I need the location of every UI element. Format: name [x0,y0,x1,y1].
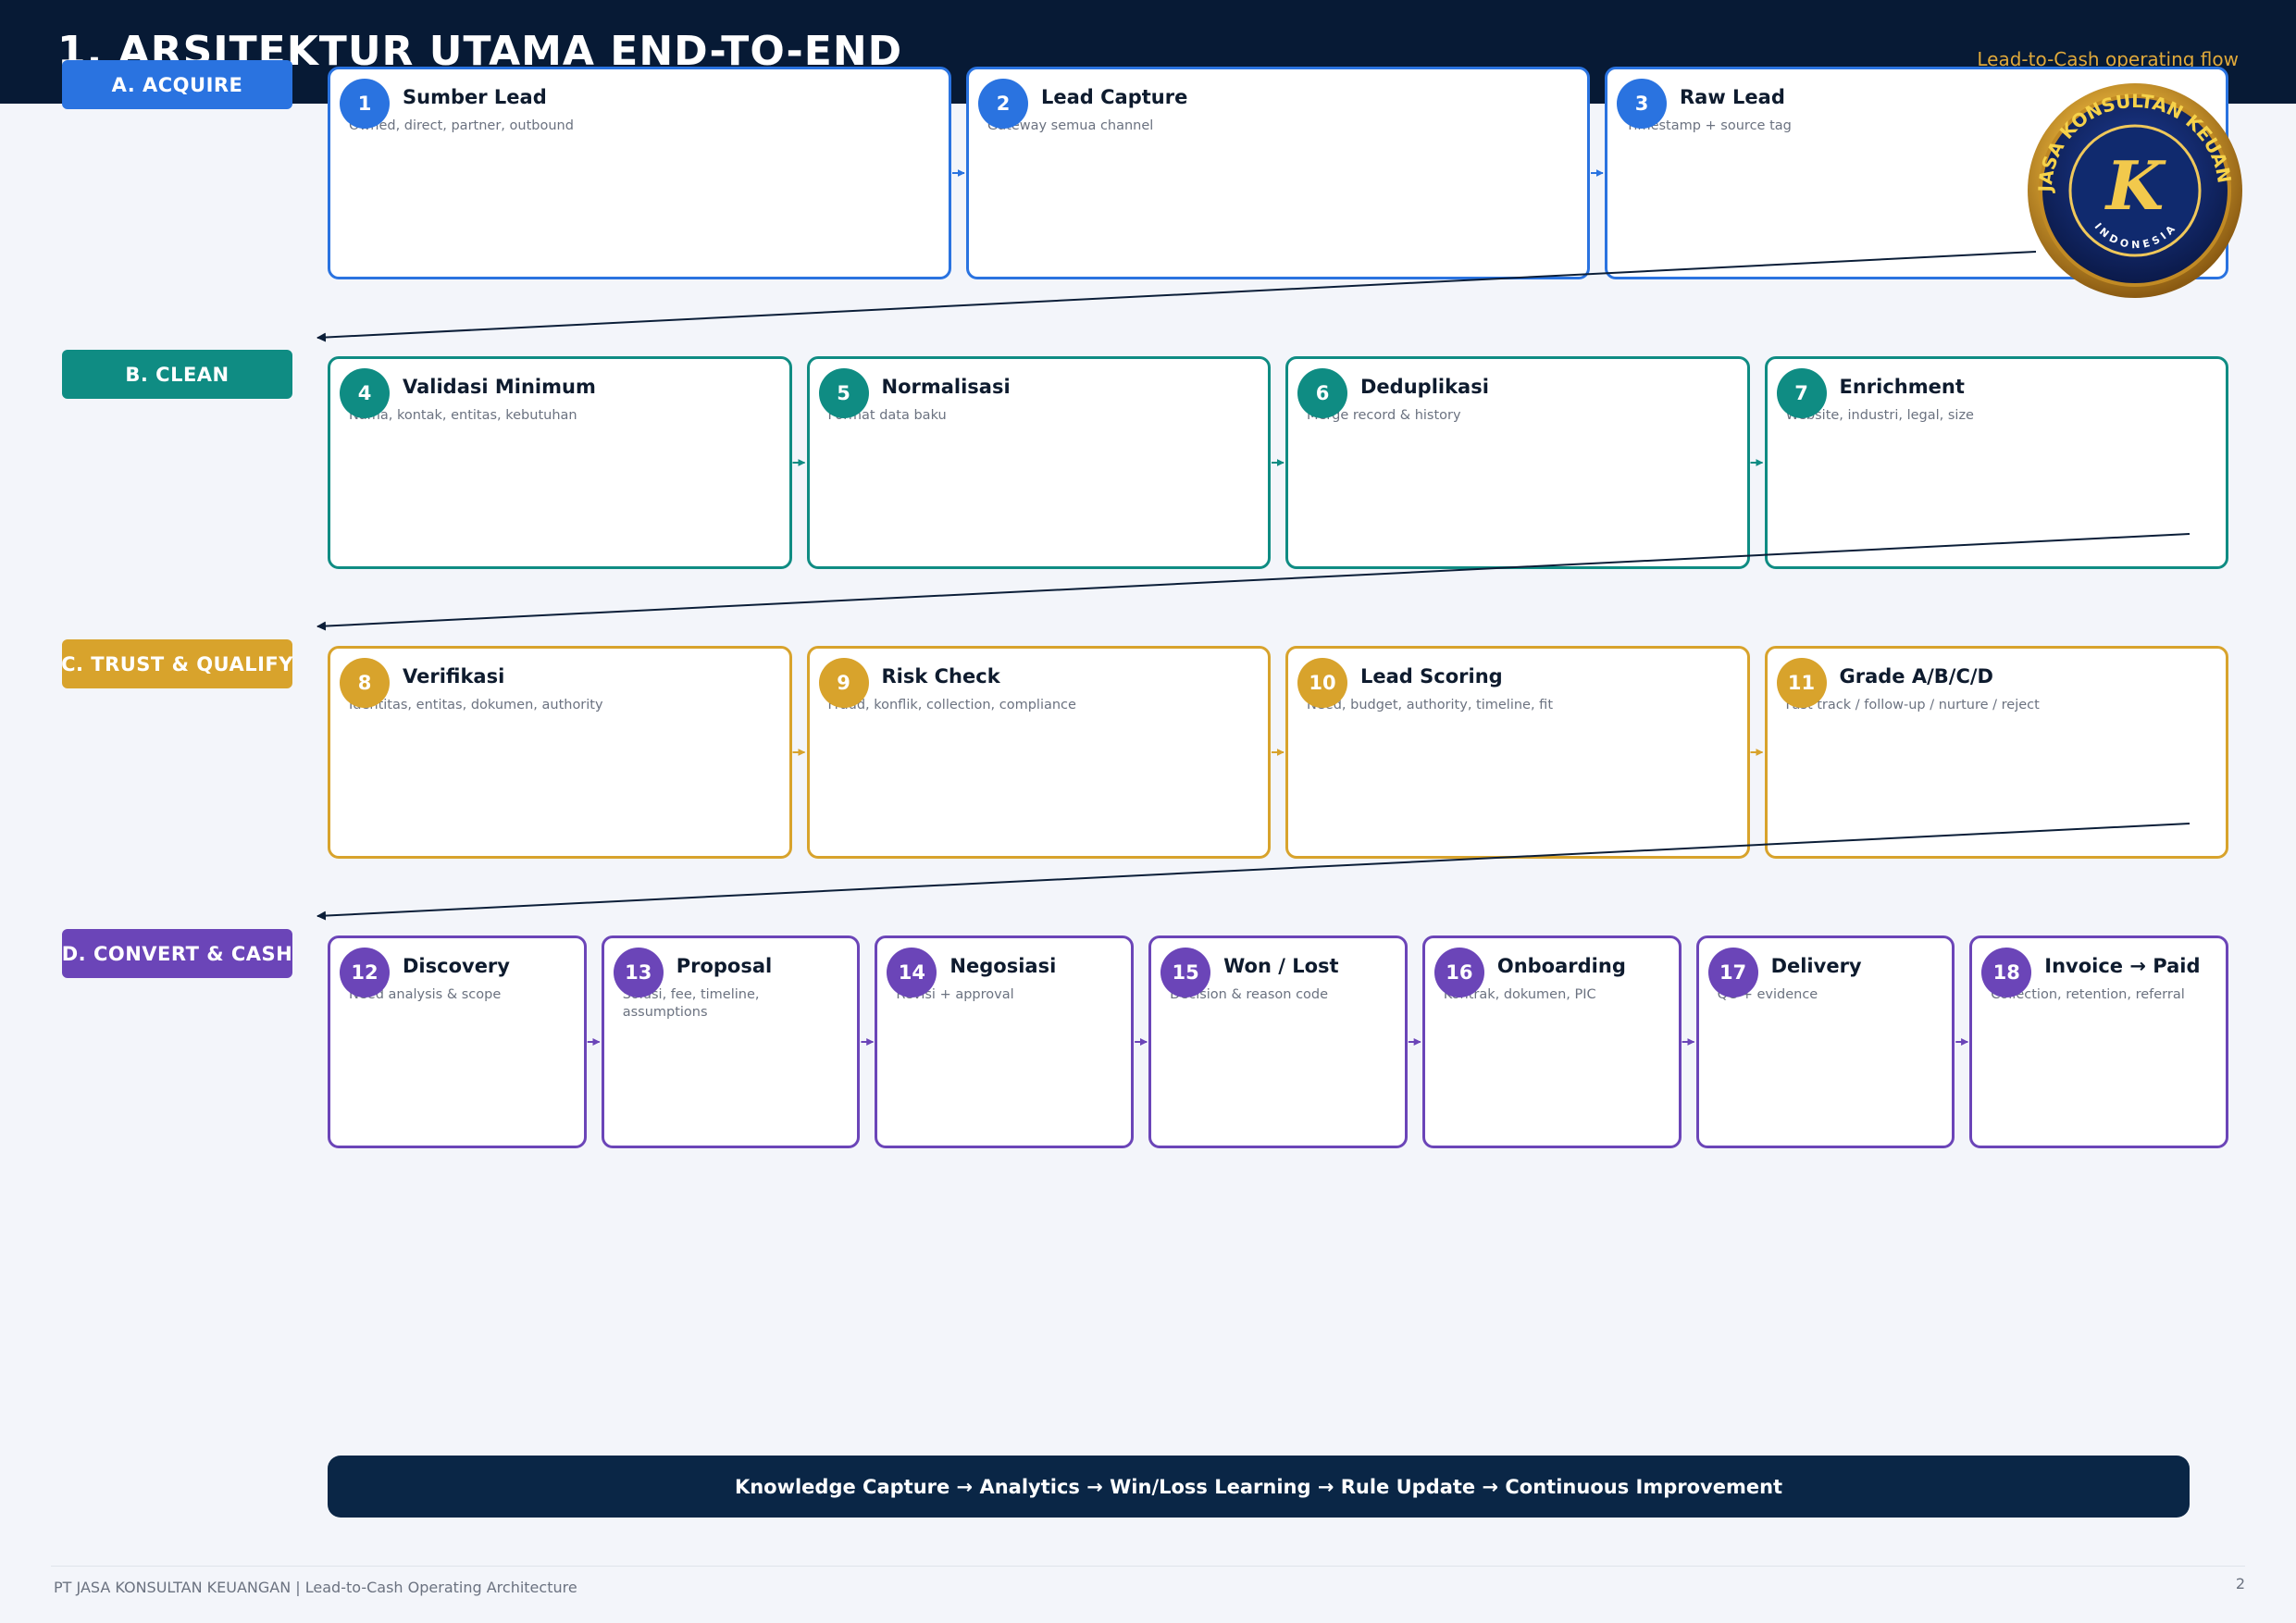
lane-label: D. CONVERT & CASH [62,929,292,978]
step-card: Solusi, fee, timeline, assumptions 13 Prop… [601,935,861,1148]
step-number-badge: 15 [1160,948,1211,997]
step-title: Invoice → Paid [2044,955,2201,977]
step-number-badge: 13 [613,948,664,997]
lane-label: C. TRUST & QUALIFY [61,639,292,688]
step-card: Format data baku 5 Normalisasi [806,356,1271,569]
step-title: Won / Lost [1223,955,1339,977]
step-card: Revisi + approval 14 Negosiasi [875,935,1135,1148]
step-number-badge: 9 [818,658,869,708]
step-card: Need, budget, authority, timeline, fit 10… [1285,646,1750,859]
step-number-badge: 6 [1297,368,1347,418]
step-title: Delivery [1770,955,1862,977]
step-card: Identitas, entitas, dokumen, authority 8 V… [328,646,792,859]
step-card: Fraud, konflik, collection, compliance 9 R… [806,646,1271,859]
step-title: Onboarding [1496,955,1626,977]
step-number-badge: 16 [1433,948,1484,997]
step-card: Merge record & history 6 Deduplikasi [1285,356,1750,569]
step-card: Decision & reason code 15 Won / Lost [1148,935,1408,1148]
step-number-badge: 12 [340,948,390,997]
step-title: Risk Check [881,665,1000,688]
step-number-badge: 11 [1776,658,1827,708]
step-card: Fast track / follow-up / nurture / rejec… [1764,646,2228,859]
step-card: Kontrak, dokumen, PIC 16 Onboarding [1421,935,1682,1148]
step-number-badge: 7 [1776,368,1827,418]
step-card: Gateway semua channel 2 Lead Capture [966,67,1590,279]
step-number-badge: 8 [340,658,390,708]
seal-monogram: K [2104,146,2166,225]
step-description: Fast track / follow-up / nurture / rejec… [1785,698,2040,712]
step-title: Sumber Lead [403,86,547,108]
step-title: Validasi Minimum [403,376,596,398]
step-number-badge: 1 [340,79,390,129]
step-description: Format data baku [827,408,947,423]
company-seal-logo: PT. JASA KONSULTAN KEUANGAN INDONESIA K [2006,80,2242,298]
step-description: Owned, direct, partner, outbound [349,118,574,133]
footer-divider [51,1566,2245,1567]
step-card: Owned, direct, partner, outbound 1 Sumber … [328,67,951,279]
step-description: Website, industri, legal, size [1785,408,1974,423]
step-number-badge: 4 [340,368,390,418]
step-card: Collection, retention, referral 18 Invoice… [1969,935,2228,1148]
step-title: Enrichment [1839,376,1965,398]
step-card: Need analysis & scope 12 Discovery [328,935,587,1148]
footer-text: PT JASA KONSULTAN KEUANGAN | Lead-to-Cas… [54,1579,577,1596]
step-number-badge: 18 [1981,948,2032,997]
step-title: Normalisasi [881,376,1011,398]
lane-label: B. CLEAN [62,350,292,399]
step-title: Verifikasi [403,665,505,688]
continuous-improvement-banner: Knowledge Capture → Analytics → Win/Loss… [328,1456,2190,1518]
step-number-badge: 2 [978,79,1028,129]
step-description: Gateway semua channel [987,118,1154,133]
step-title: Lead Scoring [1360,665,1503,688]
step-card: Nama, kontak, entitas, kebutuhan 4 Validas… [328,356,792,569]
slide: 1. ARSITEKTUR UTAMA END-TO-END Lead-to-C… [0,0,2296,1623]
step-description: Nama, kontak, entitas, kebutuhan [349,408,577,423]
step-description: Solusi, fee, timeline, assumptions [622,987,760,1020]
step-number-badge: 3 [1617,79,1667,129]
step-description: Identitas, entitas, dokumen, authority [349,698,603,712]
step-title: Negosiasi [949,955,1057,977]
step-title: Discovery [403,955,510,977]
step-title: Proposal [676,955,773,977]
step-number-badge: 5 [818,368,869,418]
step-description: Fraud, konflik, collection, compliance [827,698,1076,712]
step-description: Need, budget, authority, timeline, fit [1307,698,1553,712]
lane-label: A. ACQUIRE [62,60,292,109]
step-title: Raw Lead [1680,86,1785,108]
step-description: Merge record & history [1307,408,1461,423]
step-card: QC + evidence 17 Delivery [1695,935,1955,1148]
step-title: Deduplikasi [1360,376,1489,398]
step-title: Lead Capture [1041,86,1188,108]
step-number-badge: 17 [1707,948,1758,997]
step-title: Grade A/B/C/D [1839,665,1993,688]
step-card: Website, industri, legal, size 7 Enrichmen… [1764,356,2228,569]
page-number: 2 [2235,1575,2245,1592]
step-number-badge: 10 [1297,658,1347,708]
